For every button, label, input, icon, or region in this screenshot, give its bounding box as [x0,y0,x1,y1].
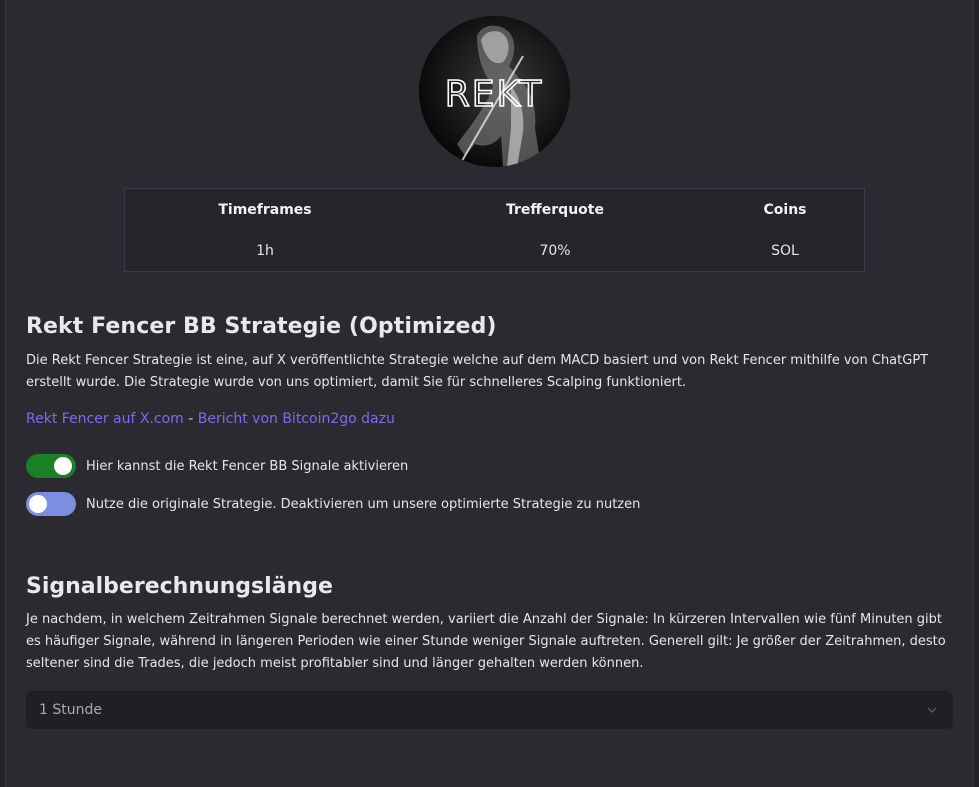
chevron-down-icon [927,707,937,713]
toggle-row-original: Nutze die originale Strategie. Deaktivie… [26,492,640,516]
link-separator: - [183,411,198,427]
strategy-title: Rekt Fencer BB Strategie (Optimized) [26,314,497,339]
toggle-knob [54,457,72,475]
stats-table: Timeframes 1h Trefferquote 70% Coins SOL [124,188,865,272]
original-strategy-toggle[interactable] [26,492,76,516]
signal-length-description: Je nachdem, in welchem Zeitrahmen Signal… [26,612,946,671]
toggle-knob [29,495,47,513]
stat-header: Coins [763,202,807,218]
rekt-logo-image: REKT [419,16,570,167]
strategy-panel: REKT Timeframes 1h Trefferquote 70% Coin… [5,0,974,787]
signal-length-select[interactable]: 1 Stunde [26,691,953,729]
signals-toggle[interactable] [26,454,76,478]
toggle-row-signals: Hier kannst die Rekt Fencer BB Signale a… [26,454,408,478]
bitcoin2go-report-link[interactable]: Bericht von Bitcoin2go dazu [198,411,395,427]
stat-value: 70% [539,243,571,259]
signal-length-title: Signalberechnungslänge [26,574,333,599]
signals-toggle-label: Hier kannst die Rekt Fencer BB Signale a… [86,458,409,474]
stat-header: Trefferquote [506,202,604,218]
strategy-description: Die Rekt Fencer Strategie ist eine, auf … [26,353,929,390]
select-value: 1 Stunde [39,702,102,718]
rekt-logo: REKT [419,16,570,167]
original-strategy-toggle-label: Nutze die originale Strategie. Deaktivie… [86,496,641,512]
rekt-fencer-x-link[interactable]: Rekt Fencer auf X.com [26,411,184,427]
logo-text: REKT [445,74,544,115]
strategy-links: Rekt Fencer auf X.com - Bericht von Bitc… [26,411,395,427]
stat-header: Timeframes [218,202,312,218]
stat-value: SOL [771,243,799,259]
stat-value: 1h [256,243,274,259]
